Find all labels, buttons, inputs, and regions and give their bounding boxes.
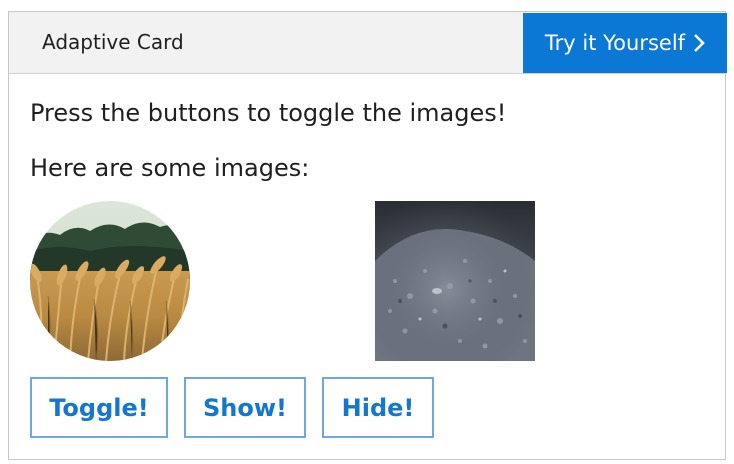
show-button[interactable]: Show! bbox=[184, 377, 306, 438]
images-label: Here are some images: bbox=[30, 154, 310, 182]
toggle-button[interactable]: Toggle! bbox=[30, 377, 168, 438]
try-it-yourself-button[interactable]: Try it Yourself bbox=[523, 13, 727, 73]
rock-texture-image bbox=[375, 201, 535, 361]
instruction-text: Press the buttons to toggle the images! bbox=[30, 99, 507, 127]
adaptive-card: Adaptive Card Try it Yourself Press the … bbox=[8, 11, 727, 460]
hide-button[interactable]: Hide! bbox=[322, 377, 434, 438]
wheat-field-image bbox=[30, 201, 190, 361]
card-title: Adaptive Card bbox=[42, 30, 184, 54]
chevron-right-icon bbox=[694, 34, 705, 52]
try-it-yourself-label: Try it Yourself bbox=[544, 31, 686, 55]
